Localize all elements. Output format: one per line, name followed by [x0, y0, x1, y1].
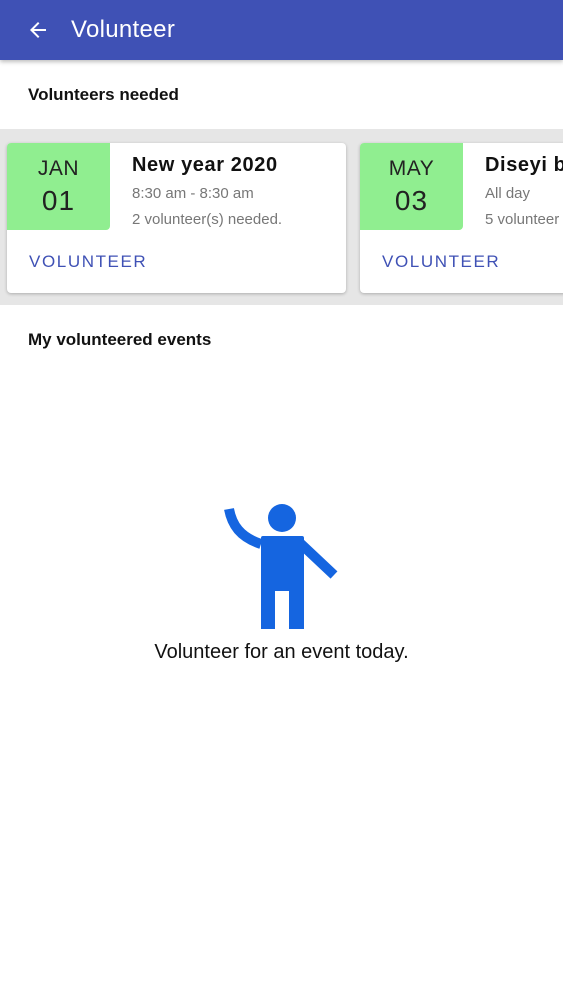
- event-month: JAN: [37, 156, 80, 180]
- back-button[interactable]: [25, 17, 51, 43]
- event-card[interactable]: MAY 03 Diseyi b All day 5 volunteer VOLU…: [360, 143, 563, 293]
- event-day: 01: [41, 184, 76, 216]
- event-date: JAN 01: [7, 143, 110, 230]
- volunteer-button[interactable]: VOLUNTEER: [382, 252, 500, 272]
- event-month: MAY: [388, 156, 435, 180]
- app-bar: Volunteer: [0, 0, 563, 60]
- volunteers-needed-count: 5 volunteer: [485, 211, 560, 228]
- event-title: New year 2020: [132, 154, 278, 176]
- my-volunteered-events-heading: My volunteered events: [28, 330, 212, 349]
- events-carousel[interactable]: JAN 01 New year 2020 8:30 am - 8:30 am 2…: [0, 129, 563, 305]
- arrow-back-icon: [30, 22, 46, 38]
- empty-state-message: Volunteer for an event today.: [154, 641, 409, 663]
- volunteers-needed-heading: Volunteers needed: [28, 85, 179, 104]
- event-card[interactable]: JAN 01 New year 2020 8:30 am - 8:30 am 2…: [7, 143, 346, 293]
- event-title: Diseyi b: [485, 154, 563, 176]
- event-time: All day: [485, 185, 531, 202]
- person-waving-icon: [224, 503, 340, 629]
- volunteers-needed-count: 2 volunteer(s) needed.: [132, 211, 283, 228]
- event-date: MAY 03: [360, 143, 463, 230]
- volunteer-button[interactable]: VOLUNTEER: [29, 252, 147, 272]
- event-time: 8:30 am - 8:30 am: [132, 185, 254, 202]
- event-day: 03: [394, 184, 429, 216]
- page-title: Volunteer: [71, 16, 176, 43]
